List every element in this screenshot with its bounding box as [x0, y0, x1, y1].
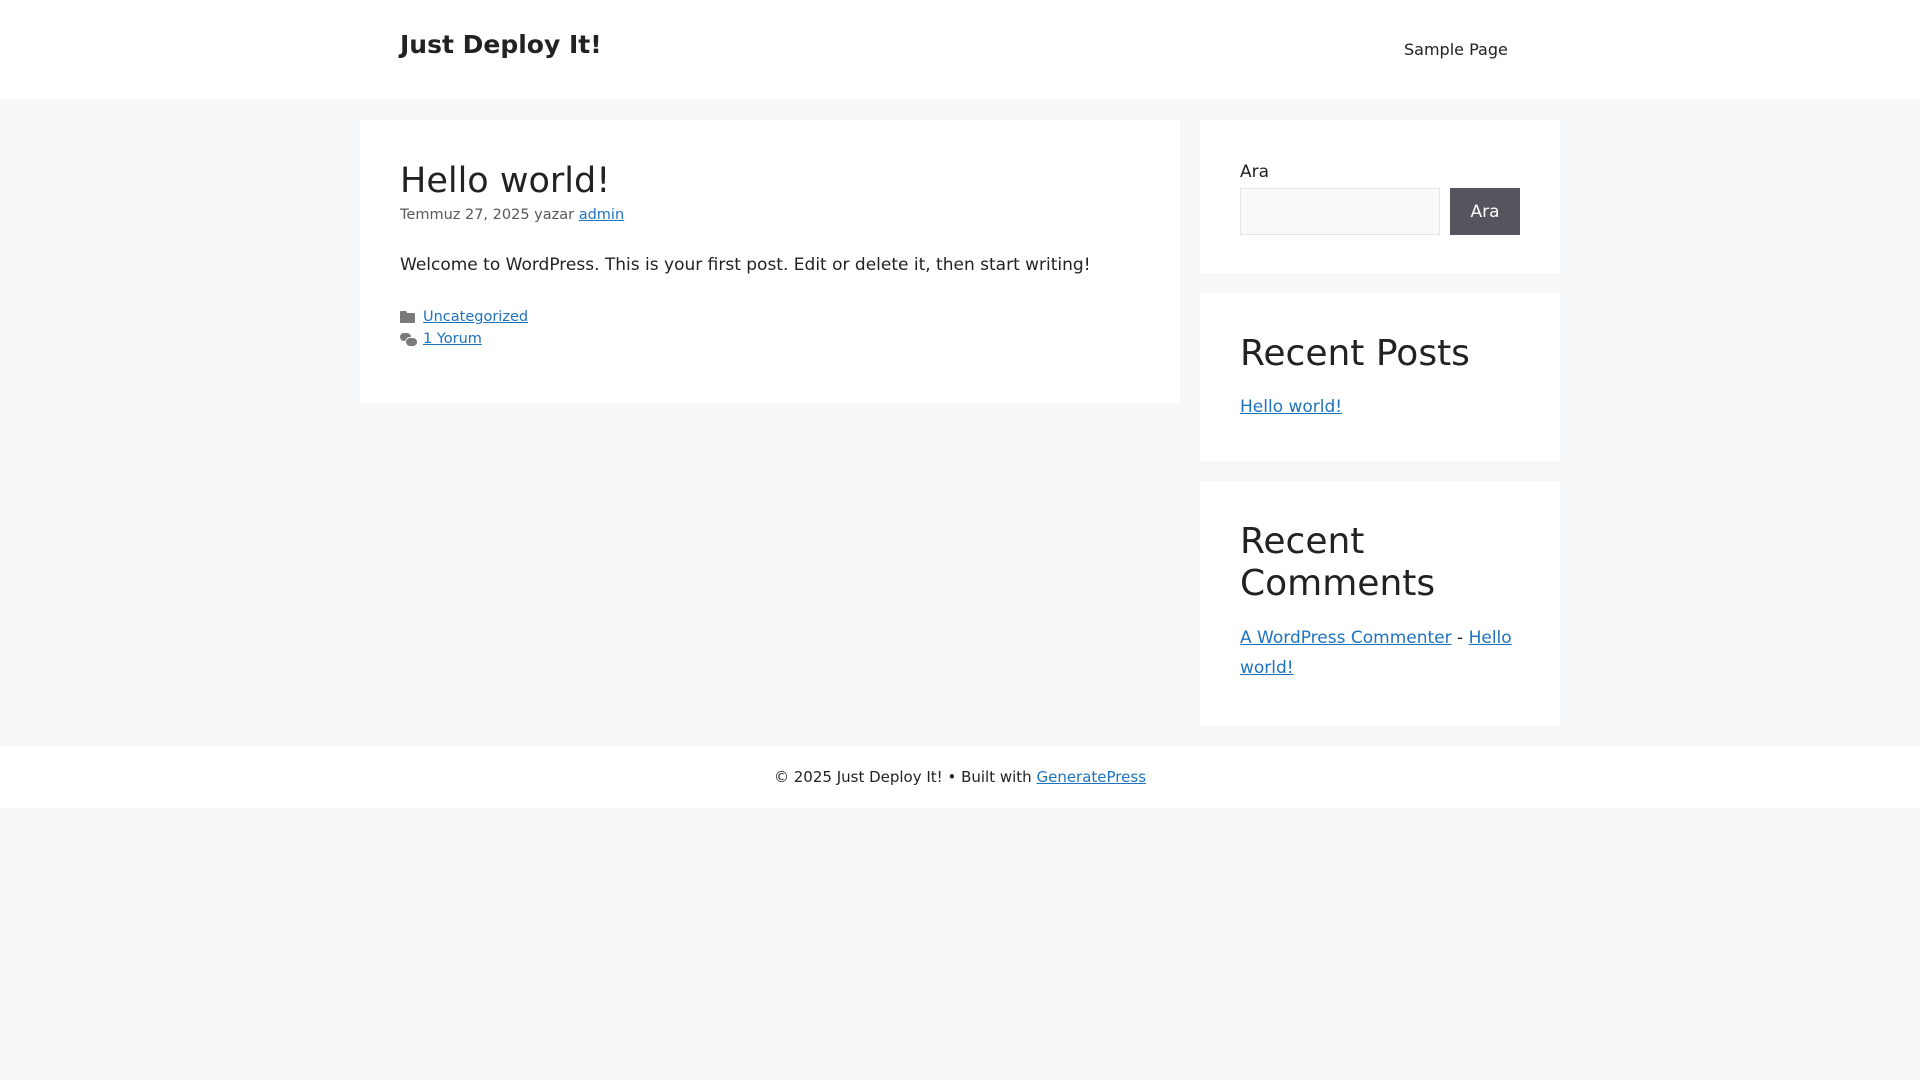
- recent-comment-item: A WordPress Commenter - Hello world!: [1240, 623, 1520, 683]
- recent-comments-title: Recent Comments: [1240, 521, 1436, 605]
- recent-posts-title: Recent Posts: [1240, 333, 1470, 374]
- footer-theme-link[interactable]: GeneratePress: [1036, 768, 1146, 786]
- site-footer: © 2025 Just Deploy It! • Built with Gene…: [0, 746, 1920, 808]
- search-form: Ara: [1240, 188, 1520, 236]
- post-content: Welcome to WordPress. This is your first…: [400, 255, 1091, 275]
- search-input[interactable]: [1240, 188, 1440, 236]
- recent-posts-widget: Recent Posts Hello world!: [1200, 293, 1560, 461]
- post-footer-meta: Uncategorized 1 Yorum: [400, 306, 1140, 350]
- folder-icon: [400, 310, 416, 324]
- comments-icon: [400, 332, 418, 348]
- search-button[interactable]: Ara: [1450, 188, 1520, 236]
- search-widget: Ara Ara: [1200, 120, 1560, 273]
- main-navigation: Sample Page: [1384, 0, 1528, 99]
- post-byline-label: yazar: [534, 207, 575, 223]
- nav-item-sample-page[interactable]: Sample Page: [1384, 40, 1528, 59]
- post-article: Hello world! Temmuz 27, 2025 yazar admin…: [360, 120, 1180, 403]
- recent-comments-widget: Recent Comments A WordPress Commenter - …: [1200, 481, 1560, 726]
- post-categories-row: Uncategorized: [400, 306, 1140, 328]
- recent-posts-list: Hello world!: [1240, 392, 1520, 422]
- comment-author-link[interactable]: A WordPress Commenter: [1240, 628, 1452, 648]
- comments-link[interactable]: 1 Yorum: [423, 328, 482, 350]
- post-meta: Temmuz 27, 2025 yazar admin: [400, 207, 1140, 223]
- recent-post-link[interactable]: Hello world!: [1240, 397, 1342, 417]
- post-author-link[interactable]: admin: [579, 207, 624, 223]
- search-label: Ara: [1240, 162, 1270, 182]
- comment-separator: -: [1457, 627, 1464, 648]
- post-date: Temmuz 27, 2025: [400, 207, 530, 223]
- site-header: Just Deploy It! Sample Page: [0, 0, 1920, 99]
- post-title: Hello world!: [400, 161, 611, 201]
- site-title-link[interactable]: Just Deploy It!: [400, 30, 602, 60]
- post-comments-row: 1 Yorum: [400, 328, 1140, 350]
- footer-copyright: © 2025 Just Deploy It! • Built with: [773, 768, 1032, 786]
- category-link[interactable]: Uncategorized: [423, 306, 528, 328]
